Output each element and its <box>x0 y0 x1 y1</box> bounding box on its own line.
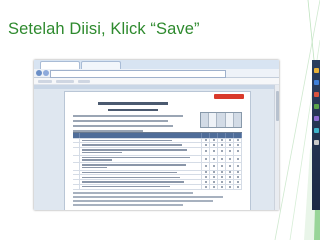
page-menu-strip <box>34 85 279 89</box>
app-icon[interactable] <box>313 104 319 109</box>
radio-option[interactable] <box>212 176 215 179</box>
radio-option[interactable] <box>220 157 223 160</box>
app-icon[interactable] <box>313 80 319 85</box>
score-cell <box>217 113 226 127</box>
table-row <box>73 155 242 164</box>
table-row <box>73 163 242 171</box>
radio-option[interactable] <box>236 171 239 174</box>
score-legend <box>200 112 242 128</box>
note-line <box>73 204 183 206</box>
radio-option[interactable] <box>236 185 239 188</box>
radio-option[interactable] <box>220 171 223 174</box>
radio-option[interactable] <box>220 144 223 147</box>
radio-option[interactable] <box>220 181 223 184</box>
radio-option[interactable] <box>204 176 207 179</box>
form-title <box>98 102 168 105</box>
app-icon[interactable] <box>313 68 319 73</box>
radio-option[interactable] <box>228 150 231 153</box>
note-line <box>73 192 193 194</box>
radio-option[interactable] <box>204 185 207 188</box>
radio-option[interactable] <box>236 150 239 153</box>
browser-tab[interactable] <box>81 61 121 69</box>
note-line <box>73 196 223 198</box>
radio-option[interactable] <box>228 157 231 160</box>
score-cell <box>209 113 218 127</box>
web-page <box>34 85 279 210</box>
radio-option[interactable] <box>228 171 231 174</box>
url-field[interactable] <box>50 70 226 78</box>
browser-tab[interactable] <box>40 61 80 69</box>
table-row <box>73 184 242 190</box>
assessment-table <box>73 132 242 190</box>
radio-option[interactable] <box>212 139 215 142</box>
radio-option[interactable] <box>204 150 207 153</box>
radio-option[interactable] <box>212 144 215 147</box>
side-taskbar <box>312 60 320 210</box>
radio-option[interactable] <box>212 181 215 184</box>
info-line <box>73 125 173 127</box>
app-icon[interactable] <box>313 92 319 97</box>
radio-option[interactable] <box>236 181 239 184</box>
bookmark-item[interactable] <box>56 79 74 83</box>
radio-option[interactable] <box>204 181 207 184</box>
radio-option[interactable] <box>212 171 215 174</box>
radio-option[interactable] <box>228 165 231 168</box>
radio-option[interactable] <box>204 139 207 142</box>
form-notes <box>73 192 242 208</box>
back-icon[interactable] <box>36 70 42 76</box>
radio-option[interactable] <box>220 150 223 153</box>
radio-option[interactable] <box>220 176 223 179</box>
browser-tab-bar <box>34 60 279 69</box>
embedded-screenshot <box>34 60 279 210</box>
address-bar <box>34 69 279 78</box>
app-icon[interactable] <box>313 140 319 145</box>
radio-option[interactable] <box>236 139 239 142</box>
table-row <box>73 148 242 156</box>
slide-title: Setelah Diisi, Klick “Save” <box>8 20 200 38</box>
info-line <box>73 120 168 122</box>
radio-option[interactable] <box>236 157 239 160</box>
radio-option[interactable] <box>220 165 223 168</box>
page-scrollbar[interactable] <box>274 85 279 210</box>
radio-option[interactable] <box>204 144 207 147</box>
app-icon[interactable] <box>313 116 319 121</box>
radio-option[interactable] <box>204 165 207 168</box>
radio-option[interactable] <box>228 176 231 179</box>
bookmark-item[interactable] <box>38 79 52 83</box>
forward-icon[interactable] <box>43 70 49 76</box>
radio-option[interactable] <box>220 139 223 142</box>
bookmark-item[interactable] <box>78 79 90 83</box>
radio-option[interactable] <box>204 171 207 174</box>
radio-option[interactable] <box>212 157 215 160</box>
radio-option[interactable] <box>212 185 215 188</box>
radio-option[interactable] <box>236 144 239 147</box>
bookmark-bar <box>34 78 279 85</box>
app-icon[interactable] <box>313 128 319 133</box>
radio-option[interactable] <box>228 144 231 147</box>
radio-option[interactable] <box>236 176 239 179</box>
score-cell <box>233 113 242 127</box>
radio-option[interactable] <box>228 139 231 142</box>
score-cell <box>225 113 234 127</box>
radio-option[interactable] <box>212 165 215 168</box>
scrollbar-thumb[interactable] <box>275 91 279 121</box>
radio-option[interactable] <box>228 181 231 184</box>
radio-option[interactable] <box>236 165 239 168</box>
save-button[interactable] <box>214 94 244 99</box>
radio-option[interactable] <box>228 185 231 188</box>
radio-option[interactable] <box>212 150 215 153</box>
radio-option[interactable] <box>204 157 207 160</box>
score-cell <box>201 113 210 127</box>
radio-option[interactable] <box>220 185 223 188</box>
note-line <box>73 200 213 202</box>
assessment-form <box>64 91 251 210</box>
info-line <box>73 115 183 117</box>
form-header-info <box>73 102 193 135</box>
form-subtitle <box>108 108 158 111</box>
